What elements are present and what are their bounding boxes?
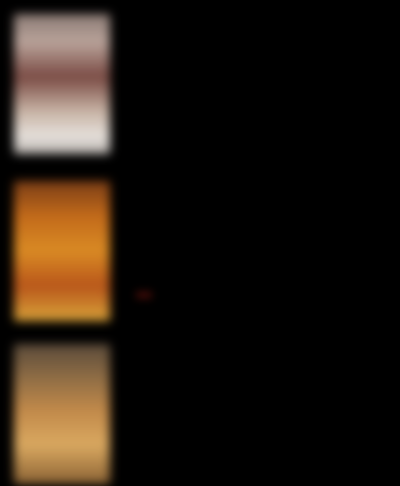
poster-thumbnail[interactable] <box>14 14 110 154</box>
status-badge <box>136 291 152 299</box>
list-item[interactable] <box>0 175 400 335</box>
list-item[interactable] <box>0 8 400 168</box>
poster-thumbnail[interactable] <box>14 344 110 484</box>
poster-thumbnail[interactable] <box>14 181 110 321</box>
media-list <box>0 0 400 486</box>
list-item[interactable] <box>0 338 400 486</box>
